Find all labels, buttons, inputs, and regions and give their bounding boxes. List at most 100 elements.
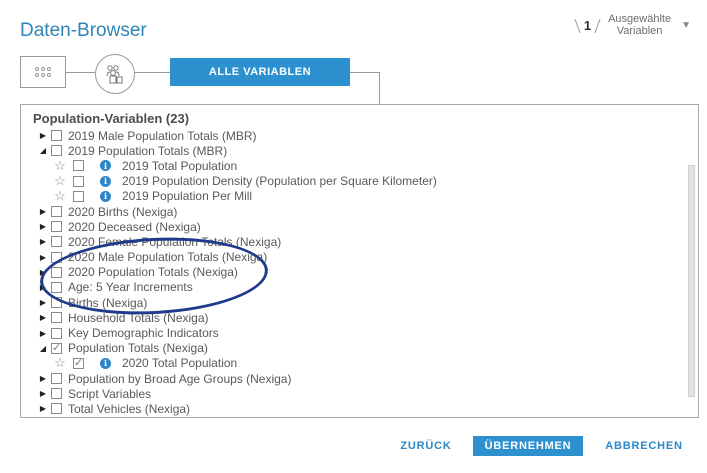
checkbox[interactable]: [73, 175, 84, 187]
categories-grid-button[interactable]: [20, 56, 66, 88]
chevron-down-icon[interactable]: ▼: [681, 20, 691, 31]
selected-count-badge: 1: [575, 18, 600, 33]
checkbox[interactable]: [51, 281, 62, 293]
row-label: 2019 Population Per Mill: [122, 189, 253, 204]
variables-panel: Population-Variablen (23) ▶ 2019 Male Pop…: [20, 104, 699, 418]
star-icon[interactable]: ☆: [53, 188, 67, 204]
category-row[interactable]: ▶ 2019 Male Population Totals (MBR): [21, 128, 681, 143]
caret-right-icon[interactable]: ▶: [38, 404, 48, 413]
checkbox[interactable]: [51, 327, 62, 339]
selected-label-line1: Ausgewählte: [608, 13, 672, 25]
category-row[interactable]: ▶ Population by Broad Age Groups (Nexiga): [21, 371, 681, 386]
all-variables-button[interactable]: ALLE VARIABLEN: [170, 58, 350, 86]
caret-right-icon[interactable]: ▶: [38, 131, 48, 140]
checkbox[interactable]: [51, 130, 62, 142]
star-icon[interactable]: ☆: [53, 355, 67, 371]
row-label: 2020 Population Totals (Nexiga): [68, 265, 238, 280]
caret-right-icon[interactable]: ▶: [38, 268, 48, 277]
checkbox[interactable]: [51, 297, 62, 309]
page-title: Daten-Browser: [20, 20, 147, 41]
caret-right-icon[interactable]: ▶: [38, 298, 48, 307]
caret-right-icon[interactable]: ▶: [38, 207, 48, 216]
checkbox[interactable]: [51, 221, 62, 233]
nav-connector: [65, 72, 95, 73]
variable-item[interactable]: ☆ i 2019 Total Population: [21, 158, 681, 173]
caret-right-icon[interactable]: ▶: [38, 329, 48, 338]
info-icon[interactable]: i: [100, 160, 111, 172]
category-row[interactable]: ◢ Population Totals (Nexiga): [21, 341, 681, 356]
category-row[interactable]: ▶ Household Totals (Nexiga): [21, 310, 681, 325]
caret-right-icon[interactable]: ▶: [38, 222, 48, 231]
category-row[interactable]: ▶ 2020 Births (Nexiga): [21, 204, 681, 219]
row-label: Script Variables: [68, 386, 152, 401]
row-label: 2019 Total Population: [122, 158, 238, 173]
selected-variables-toggle[interactable]: 1 Ausgewählte Variablen ▼: [575, 13, 691, 37]
cancel-button[interactable]: ABBRECHEN: [604, 436, 684, 456]
info-icon[interactable]: i: [100, 190, 111, 202]
info-icon[interactable]: i: [100, 175, 111, 187]
row-label: 2020 Female Population Totals (Nexiga): [68, 234, 282, 249]
caret-right-icon[interactable]: ▶: [38, 253, 48, 262]
row-label: Population by Broad Age Groups (Nexiga): [68, 371, 292, 386]
row-label: Household Totals (Nexiga): [68, 310, 209, 325]
category-row[interactable]: ▶ 2020 Population Totals (Nexiga): [21, 265, 681, 280]
info-icon[interactable]: i: [100, 357, 111, 369]
row-label: 2020 Male Population Totals (Nexiga): [68, 250, 268, 265]
checkbox[interactable]: [51, 206, 62, 218]
category-row[interactable]: ▶ Key Demographic Indicators: [21, 325, 681, 340]
checkbox[interactable]: [51, 388, 62, 400]
nav-connector: [134, 72, 170, 73]
row-label: 2019 Population Totals (MBR): [68, 143, 228, 158]
checkbox[interactable]: [51, 403, 62, 415]
row-label: Key Demographic Indicators: [68, 326, 219, 341]
back-button[interactable]: ZURÜCK: [398, 436, 454, 456]
checkbox[interactable]: [73, 160, 84, 172]
row-label: Population Totals (Nexiga): [68, 341, 208, 356]
nav-connector: [350, 72, 380, 73]
variable-item[interactable]: ☆ i 2020 Total Population: [21, 355, 681, 371]
scroll-thumb[interactable]: [688, 165, 695, 397]
category-row[interactable]: ◢ 2019 Population Totals (MBR): [21, 143, 681, 158]
checkbox[interactable]: [51, 145, 62, 157]
row-label: 2020 Births (Nexiga): [68, 204, 178, 219]
caret-right-icon[interactable]: ▶: [38, 237, 48, 246]
checkbox[interactable]: [51, 341, 62, 354]
category-row[interactable]: ▶ 2020 Female Population Totals (Nexiga): [21, 234, 681, 249]
checkbox[interactable]: [73, 190, 84, 202]
category-row[interactable]: ▶ Births (Nexiga): [21, 295, 681, 310]
star-icon[interactable]: ☆: [53, 158, 67, 174]
category-row[interactable]: ▶ Total Vehicles (Nexiga): [21, 401, 681, 416]
row-label: 2020 Total Population: [122, 356, 238, 371]
category-row[interactable]: ▶ Age: 5 Year Increments: [21, 280, 681, 295]
category-row[interactable]: ▶ 2020 Deceased (Nexiga): [21, 219, 681, 234]
checkbox[interactable]: [51, 251, 62, 263]
checkbox[interactable]: [51, 373, 62, 385]
caret-down-icon[interactable]: ◢: [38, 146, 48, 155]
nav-connector: [379, 72, 380, 104]
category-row[interactable]: ▶ Script Variables: [21, 386, 681, 401]
row-label: 2019 Male Population Totals (MBR): [68, 128, 257, 143]
checkbox[interactable]: [51, 312, 62, 324]
caret-down-icon[interactable]: ◢: [38, 344, 48, 353]
caret-right-icon[interactable]: ▶: [38, 374, 48, 383]
star-icon[interactable]: ☆: [53, 173, 67, 189]
variable-item[interactable]: ☆ i 2019 Population Density (Population pe…: [21, 173, 681, 189]
population-category-button[interactable]: [95, 54, 135, 94]
scrollbar[interactable]: [684, 105, 698, 417]
caret-right-icon[interactable]: ▶: [38, 313, 48, 322]
checkbox[interactable]: [51, 236, 62, 248]
variable-tree: ▶ 2019 Male Population Totals (MBR) ◢ 2019 …: [21, 128, 681, 417]
checkbox[interactable]: [73, 356, 84, 369]
selected-label-line2: Variablen: [616, 25, 663, 37]
checkbox[interactable]: [51, 266, 62, 278]
browse-navigation: ALLE VARIABLEN: [20, 52, 400, 104]
caret-right-icon[interactable]: ▶: [38, 283, 48, 292]
variable-item[interactable]: ☆ i 2019 Population Per Mill: [21, 188, 681, 204]
selected-variables-label: Ausgewählte Variablen: [608, 13, 671, 37]
apply-button[interactable]: ÜBERNEHMEN: [473, 436, 583, 456]
row-label: 2020 Deceased (Nexiga): [68, 219, 201, 234]
caret-right-icon[interactable]: ▶: [38, 389, 48, 398]
panel-title: Population-Variablen (23): [33, 111, 190, 126]
grid-icon: [35, 67, 51, 77]
category-row[interactable]: ▶ 2020 Male Population Totals (Nexiga): [21, 250, 681, 265]
